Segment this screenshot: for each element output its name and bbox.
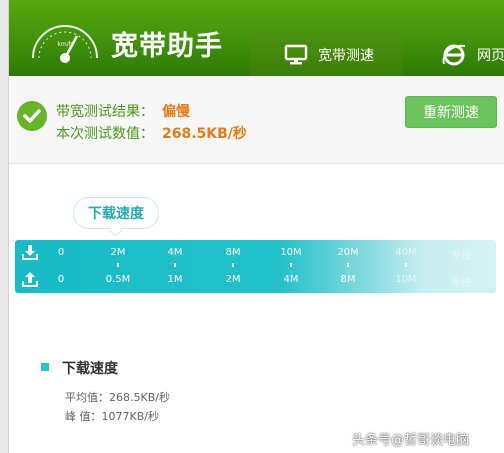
- app-title: 宽带助手: [111, 31, 223, 62]
- download-tick-label: 专线: [451, 251, 471, 262]
- average-value: 268.5KB/秒: [109, 391, 170, 404]
- monitor-icon: [284, 44, 308, 65]
- value-line: 本次测试数值： 268.5KB/秒: [56, 123, 247, 143]
- ie-browser-icon: [442, 44, 466, 66]
- result-label: 带宽测试结果：: [56, 104, 154, 120]
- result-value: 偏慢: [162, 104, 190, 120]
- download-tick-label: 4M: [167, 247, 183, 258]
- upload-tick-label: 0.5M: [105, 274, 131, 285]
- value-label: 本次测试数值：: [56, 126, 154, 142]
- download-tick-label: 2M: [110, 247, 126, 258]
- watermark: 头条号@哲哥谈电脑: [352, 433, 470, 448]
- svg-text:km/h: km/h: [57, 41, 72, 48]
- broadband-assistant-window: km/h 宽带助手 宽带测速 网页 带宽测试结果： 偏慢 本次测试数值： 268…: [8, 0, 504, 453]
- peak-value: 1077KB/秒: [101, 410, 159, 423]
- download-tick-label: 40M: [395, 247, 417, 258]
- upload-tick-label: 1M: [167, 274, 183, 285]
- download-tick-label: 0: [57, 247, 65, 258]
- upload-tick-label: 0: [57, 274, 65, 285]
- download-tick-label: 10M: [280, 247, 302, 258]
- download-tick-label: 20M: [337, 247, 359, 258]
- download-icon: [22, 245, 38, 260]
- result-line: 带宽测试结果： 偏慢: [56, 101, 190, 121]
- stats-title: 下载速度: [62, 361, 118, 377]
- check-icon: [17, 101, 47, 131]
- download-tick-label: 8M: [225, 247, 241, 258]
- tab-web[interactable]: 网页: [429, 34, 504, 76]
- upload-tick-label: 2M: [225, 274, 241, 285]
- stat-marker: [41, 363, 49, 371]
- upload-tick-label: 8M: [340, 274, 356, 285]
- average-label: 平均值：: [65, 391, 109, 404]
- peak-line: 峰 值：1077KB/秒: [65, 408, 159, 424]
- peak-label: 峰 值：: [65, 410, 102, 423]
- app-header: km/h 宽带助手 宽带测速 网页: [9, 0, 504, 76]
- result-panel: 带宽测试结果： 偏慢 本次测试数值： 268.5KB/秒 重新测速: [9, 76, 504, 164]
- speedometer-icon: km/h: [32, 25, 98, 63]
- upload-tick-label: 4M: [283, 274, 299, 285]
- tab-speed-test-label: 宽带测速: [318, 48, 374, 64]
- average-line: 平均值：268.5KB/秒: [65, 389, 170, 405]
- upload-icon: [22, 272, 38, 287]
- upload-scale-row: 0 0.5M 1M 2M 4M 8M 10M 专线: [15, 267, 496, 293]
- retest-button[interactable]: 重新测速: [405, 96, 497, 128]
- upload-tick-label: 10M: [395, 274, 417, 285]
- upload-tick-label: 专线: [451, 278, 471, 289]
- download-scale-row: 0 2M 4M 8M 10M 20M 40M 专线: [15, 240, 496, 267]
- test-value: 268.5KB/秒: [162, 126, 247, 142]
- speed-scale-bar: 0 2M 4M 8M 10M 20M 40M 专线 0 0.5M 1M 2M 4M 8M 10M 专线: [15, 240, 496, 293]
- tab-speed-test[interactable]: 宽带测速: [250, 34, 403, 76]
- tab-web-label: 网页: [477, 48, 504, 64]
